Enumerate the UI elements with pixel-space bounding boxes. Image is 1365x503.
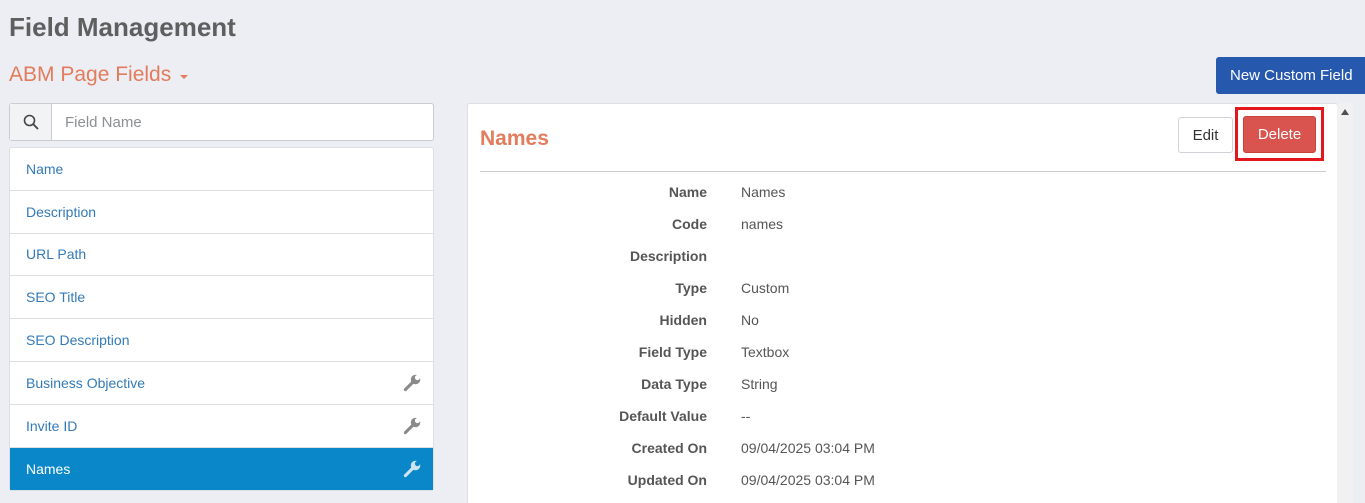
list-item-label: SEO Description — [26, 332, 130, 349]
page-title: Field Management — [9, 12, 236, 42]
property-value: 09/04/2025 03:04 PM — [741, 440, 875, 456]
list-item-label: Business Objective — [26, 374, 146, 391]
property-row: Type Custom — [480, 272, 1326, 304]
caret-down-icon — [180, 74, 189, 79]
property-row: Default Value -- — [480, 400, 1326, 432]
property-label: Name — [668, 184, 707, 200]
property-row: Description — [480, 240, 1326, 272]
property-row: Data Type String — [480, 368, 1326, 400]
search-box — [9, 103, 434, 141]
property-list: Name Names Code names Description Type C… — [480, 176, 1326, 496]
property-label: Type — [675, 280, 707, 296]
property-value: String — [741, 376, 778, 392]
property-label: Data Type — [641, 376, 707, 392]
property-label: Description — [629, 248, 707, 264]
property-value: Textbox — [741, 344, 790, 360]
property-value: names — [741, 216, 784, 232]
property-value: Names — [741, 184, 786, 200]
section-dropdown-label: ABM Page Fields — [9, 63, 172, 86]
search-icon[interactable] — [10, 104, 52, 140]
property-value: Custom — [741, 280, 790, 296]
property-row: Name Names — [480, 176, 1326, 208]
list-item-label: SEO Title — [26, 289, 86, 306]
wrench-icon — [403, 373, 422, 392]
list-item[interactable]: SEO Title — [10, 276, 433, 320]
property-label: Updated On — [627, 472, 707, 488]
list-item[interactable]: URL Path — [10, 234, 433, 277]
property-value: No — [741, 312, 759, 328]
list-item[interactable]: SEO Description — [10, 319, 433, 362]
delete-button[interactable]: Delete — [1243, 116, 1316, 153]
property-row: Updated On 09/04/2025 03:04 PM — [480, 464, 1326, 496]
field-detail-panel: Names Edit Delete Name Names Code names … — [467, 103, 1338, 503]
list-item-label: Name — [26, 160, 64, 177]
wrench-icon — [403, 416, 422, 435]
list-item-label: URL Path — [26, 246, 87, 263]
property-row: Created On 09/04/2025 03:04 PM — [480, 432, 1326, 464]
detail-title: Names — [480, 127, 549, 150]
list-item[interactable]: Invite ID — [10, 405, 433, 448]
property-label: Created On — [631, 440, 707, 456]
list-item[interactable]: Business Objective — [10, 362, 433, 405]
new-custom-field-button[interactable]: New Custom Field — [1216, 57, 1365, 94]
property-label: Code — [672, 216, 707, 232]
property-value: 09/04/2025 03:04 PM — [741, 472, 875, 488]
property-label: Field Type — [638, 344, 707, 360]
list-item[interactable]: Description — [10, 191, 433, 234]
scrollbar[interactable] — [1337, 103, 1353, 503]
scroll-up-arrow-icon[interactable] — [1341, 109, 1349, 115]
property-value: -- — [741, 408, 751, 424]
property-row: Hidden No — [480, 304, 1326, 336]
search-input[interactable] — [52, 104, 433, 140]
wrench-icon — [403, 459, 422, 478]
list-item-active[interactable]: Names — [10, 447, 433, 491]
section-dropdown[interactable]: ABM Page Fields — [9, 63, 189, 87]
property-label: Default Value — [619, 408, 707, 424]
property-row: Field Type Textbox — [480, 336, 1326, 368]
list-item-label: Description — [26, 203, 97, 220]
property-label: Hidden — [659, 312, 707, 328]
list-item-label: Invite ID — [26, 417, 78, 434]
edit-button[interactable]: Edit — [1178, 117, 1233, 153]
list-item[interactable]: Name — [10, 148, 433, 191]
field-list: Name Description URL Path SEO Title SEO … — [9, 147, 434, 492]
divider — [480, 171, 1326, 172]
property-row: Code names — [480, 208, 1326, 240]
list-item-label: Names — [26, 460, 71, 477]
